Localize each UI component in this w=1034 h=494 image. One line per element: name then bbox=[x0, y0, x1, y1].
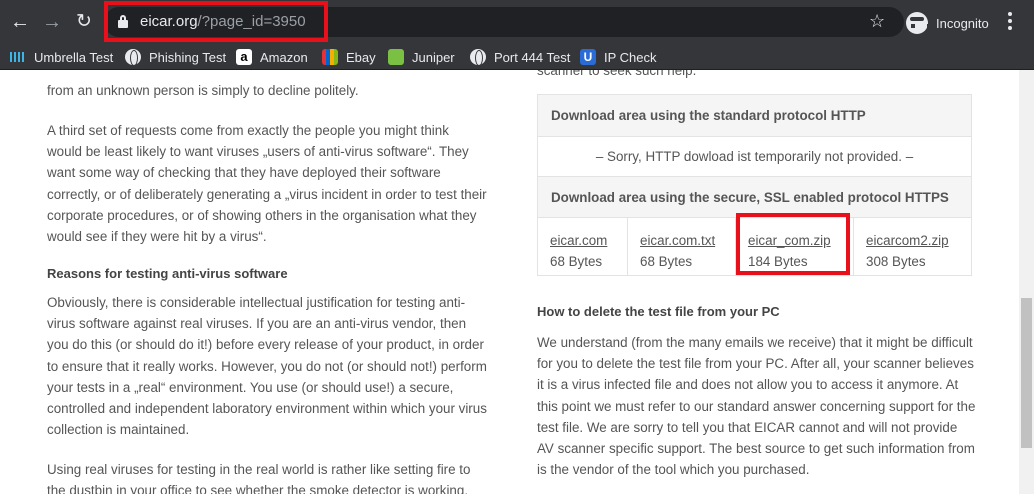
paragraph-fragment-top: scanner to seek such help. bbox=[537, 70, 697, 78]
highlight-box-zip bbox=[736, 213, 850, 275]
http-unavailable-message: – Sorry, HTTP dowload ist temporarily no… bbox=[538, 136, 971, 176]
bookmark-amazon[interactable]: a Amazon bbox=[236, 48, 308, 66]
bookmark-label: Phishing Test bbox=[149, 49, 227, 65]
paragraph-intellectual-justification: Obviously, there is considerable intelle… bbox=[47, 295, 487, 438]
scrollbar-thumb[interactable] bbox=[1021, 298, 1032, 448]
cisco-icon bbox=[10, 52, 26, 62]
juniper-icon bbox=[388, 49, 404, 65]
http-download-header: Download area using the standard protoco… bbox=[538, 95, 971, 136]
bookmark-label: Juniper bbox=[412, 49, 455, 65]
bookmark-star-icon[interactable]: ☆ bbox=[869, 11, 885, 32]
bookmark-ip-check[interactable]: U IP Check bbox=[580, 48, 657, 66]
download-link-eicar-com[interactable]: eicar.com bbox=[550, 230, 627, 251]
file-cell-eicar-com: eicar.com 68 Bytes bbox=[538, 218, 627, 275]
heading-reasons-for-testing: Reasons for testing anti-virus software bbox=[47, 266, 288, 281]
forward-arrow-icon[interactable]: → bbox=[38, 8, 66, 36]
ebay-icon bbox=[322, 49, 338, 65]
file-size: 68 Bytes bbox=[550, 254, 603, 269]
file-cell-eicar-com-txt: eicar.com.txt 68 Bytes bbox=[627, 218, 735, 275]
bookmark-label: Amazon bbox=[260, 49, 308, 65]
incognito-indicator[interactable]: Incognito bbox=[906, 10, 989, 36]
paragraph-delete-test-file: We understand (from the many emails we r… bbox=[537, 335, 976, 478]
bookmark-label: Port 444 Test bbox=[494, 49, 571, 65]
vertical-scrollbar[interactable] bbox=[1019, 70, 1034, 494]
bookmark-label: IP Check bbox=[604, 49, 657, 65]
https-download-header: Download area using the secure, SSL enab… bbox=[538, 176, 971, 217]
bookmark-label: Umbrella Test bbox=[34, 49, 114, 65]
bookmark-juniper[interactable]: Juniper bbox=[388, 48, 455, 66]
back-arrow-icon[interactable]: ← bbox=[6, 8, 34, 36]
bookmark-phishing-test[interactable]: Phishing Test bbox=[125, 48, 226, 66]
globe-icon bbox=[470, 49, 486, 66]
file-size: 68 Bytes bbox=[640, 254, 693, 269]
menu-kebab-icon[interactable] bbox=[1008, 12, 1012, 33]
bookmark-umbrella-test[interactable]: Umbrella Test bbox=[10, 48, 113, 66]
ip-check-icon: U bbox=[580, 49, 596, 65]
reload-icon[interactable]: ↻ bbox=[70, 8, 98, 36]
incognito-icon bbox=[906, 12, 931, 34]
globe-icon bbox=[125, 49, 141, 66]
paragraph-real-viruses-testing: Using real viruses for testing in the re… bbox=[47, 462, 471, 494]
paragraph-decline-politely: from an unknown person is simply to decl… bbox=[47, 83, 359, 98]
bookmark-ebay[interactable]: Ebay bbox=[322, 48, 376, 66]
file-size: 308 Bytes bbox=[866, 254, 926, 269]
paragraph-third-set-of-requests: A third set of requests come from exactl… bbox=[47, 123, 487, 245]
file-cell-eicarcom2-zip: eicarcom2.zip 308 Bytes bbox=[853, 218, 971, 275]
incognito-label: Incognito bbox=[936, 15, 989, 31]
page-viewport: from an unknown person is simply to decl… bbox=[0, 70, 1034, 494]
bookmark-label: Ebay bbox=[346, 49, 376, 65]
download-link-eicarcom2-zip[interactable]: eicarcom2.zip bbox=[866, 230, 971, 251]
download-link-eicar-com-txt[interactable]: eicar.com.txt bbox=[640, 230, 735, 251]
highlight-box-url bbox=[104, 1, 328, 42]
amazon-icon: a bbox=[236, 49, 252, 65]
bookmark-port-444-test[interactable]: Port 444 Test bbox=[470, 48, 570, 66]
heading-delete-test-file: How to delete the test file from your PC bbox=[537, 304, 780, 319]
bookmarks-bar: Umbrella Test Phishing Test a Amazon Ebay… bbox=[0, 44, 1034, 70]
